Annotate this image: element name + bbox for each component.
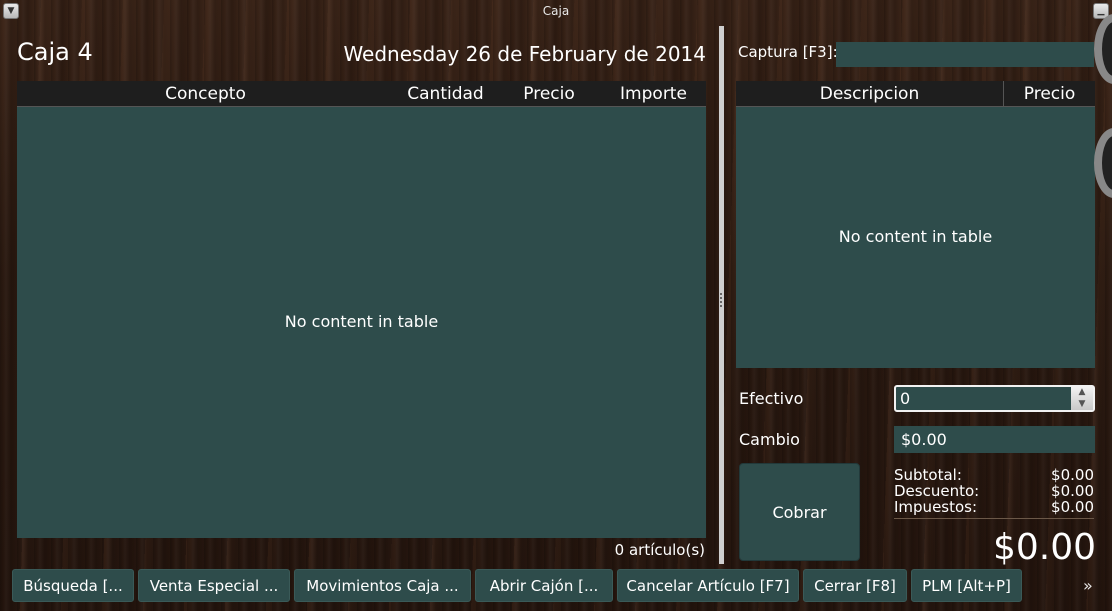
caja-title: Caja 4 — [17, 38, 93, 66]
captura-label: Captura [F3]: — [738, 43, 838, 61]
cerrar-button[interactable]: Cerrar [F8] — [803, 569, 907, 602]
efectivo-spinner[interactable]: ▲ ▼ — [1071, 387, 1093, 410]
spin-down-icon[interactable]: ▼ — [1071, 399, 1093, 410]
cancelar-articulo-button[interactable]: Cancelar Artículo [F7] — [617, 569, 799, 602]
descuento-row: Descuento: $0.00 — [894, 483, 1094, 499]
window-menu-icon[interactable]: ▼ — [3, 3, 19, 19]
column-header-concepto[interactable]: Concepto — [17, 81, 394, 107]
venta-especial-button[interactable]: Venta Especial ... — [138, 569, 290, 602]
plm-button[interactable]: PLM [Alt+P] — [911, 569, 1022, 602]
descuento-value: $0.00 — [1051, 482, 1094, 500]
date-label: Wednesday 26 de February de 2014 — [343, 42, 706, 66]
sales-table-empty-message: No content in table — [284, 312, 439, 331]
cobrar-button[interactable]: Cobrar — [739, 463, 860, 561]
window-title: Caja — [542, 4, 570, 18]
bottom-toolbar: Búsqueda [... Venta Especial ... Movimie… — [0, 566, 1112, 611]
double-chevron-right-icon[interactable]: » — [1083, 576, 1093, 595]
abrir-cajon-button[interactable]: Abrir Cajón [... — [475, 569, 613, 602]
column-header-precio[interactable]: Precio — [1004, 81, 1095, 107]
cambio-label: Cambio — [739, 430, 800, 449]
grand-total: $0.00 — [992, 527, 1096, 568]
busqueda-button[interactable]: Búsqueda [... — [12, 569, 134, 602]
captura-input[interactable] — [836, 42, 1094, 67]
subtotal-row: Subtotal: $0.00 — [894, 467, 1094, 483]
sales-table-header: Concepto Cantidad Precio Importe — [17, 81, 706, 107]
cambio-value: $0.00 — [894, 426, 1095, 453]
efectivo-label: Efectivo — [739, 389, 804, 408]
totals-divider — [894, 518, 1094, 519]
efectivo-value: 0 — [900, 389, 911, 408]
item-count: 0 artículo(s) — [614, 541, 705, 559]
totals-summary: Subtotal: $0.00 Descuento: $0.00 Impuest… — [894, 467, 1094, 515]
efectivo-input[interactable]: 0 ▲ ▼ — [894, 385, 1095, 412]
spin-up-icon[interactable]: ▲ — [1071, 387, 1093, 398]
impuestos-value: $0.00 — [1051, 498, 1094, 516]
column-header-descripcion[interactable]: Descripcion — [736, 81, 1004, 107]
window-titlebar: Caja — [0, 0, 1112, 22]
description-table-header: Descripcion Precio — [736, 81, 1095, 107]
subtotal-value: $0.00 — [1051, 466, 1094, 484]
sales-table[interactable]: Concepto Cantidad Precio Importe No cont… — [17, 81, 706, 538]
splitter-grip-icon — [720, 293, 722, 307]
description-table-empty-message: No content in table — [838, 227, 993, 246]
impuestos-label: Impuestos: — [894, 498, 978, 516]
column-header-importe[interactable]: Importe — [601, 81, 706, 107]
column-header-precio[interactable]: Precio — [497, 81, 601, 107]
impuestos-row: Impuestos: $0.00 — [894, 499, 1094, 515]
description-table[interactable]: Descripcion Precio No content in table — [736, 81, 1095, 368]
movimientos-caja-button[interactable]: Movimientos Caja ... — [294, 569, 471, 602]
column-header-cantidad[interactable]: Cantidad — [394, 81, 497, 107]
